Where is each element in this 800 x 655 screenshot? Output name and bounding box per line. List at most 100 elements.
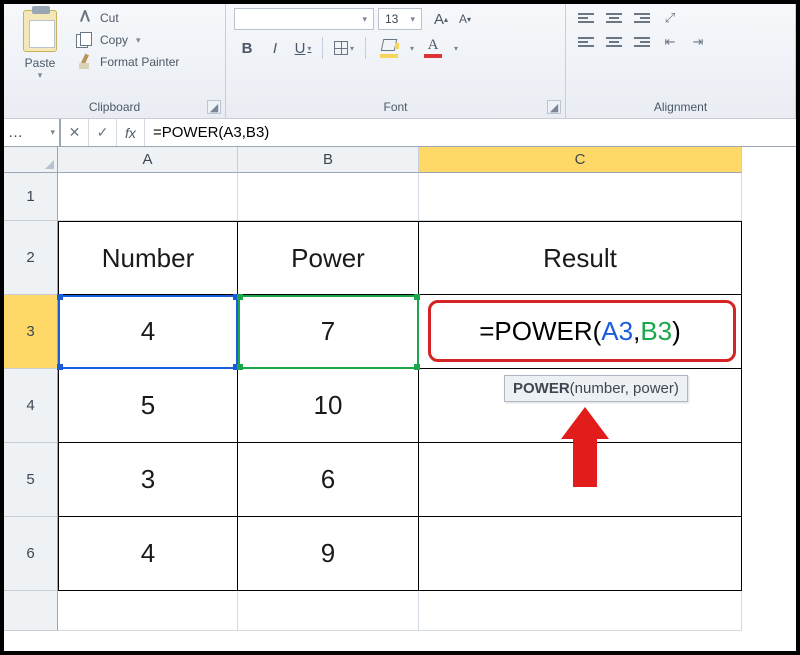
cut-button[interactable]: Cut	[76, 10, 179, 26]
column-header-b[interactable]: B	[238, 147, 419, 173]
cut-label: Cut	[100, 11, 119, 25]
bold-icon: B	[242, 40, 253, 57]
chevron-down-icon[interactable]: ▾	[454, 44, 458, 53]
column-header-c[interactable]: C	[419, 147, 742, 173]
grow-font-icon: A	[434, 11, 444, 28]
formula-bar: … ▾ ✕ ✓ fx =POWER(A3,B3)	[4, 119, 796, 147]
header-number: Number	[102, 243, 194, 274]
chevron-down-icon: ▾	[410, 14, 415, 25]
check-icon: ✓	[97, 124, 109, 141]
cancel-formula-button[interactable]: ✕	[61, 119, 89, 146]
cell-a5[interactable]: 3	[58, 443, 238, 517]
scissors-icon	[76, 10, 94, 26]
cell-b2[interactable]: Power	[238, 221, 419, 295]
shrink-font-button[interactable]: A▾	[454, 8, 476, 30]
shrink-font-icon: A	[459, 12, 467, 26]
orientation-button[interactable]: ⤢	[658, 8, 682, 28]
column-header-a[interactable]: A	[58, 147, 238, 173]
cell-c6[interactable]	[419, 517, 742, 591]
decrease-indent-button[interactable]: ⇤	[658, 32, 682, 52]
font-dialog-launcher[interactable]: ◢	[547, 100, 561, 114]
fill-color-button[interactable]	[372, 36, 406, 60]
cell-c3[interactable]: =POWER(A3,B3)	[419, 295, 742, 369]
cell-c5[interactable]	[419, 443, 742, 517]
italic-icon: I	[273, 40, 277, 57]
alignment-group-label: Alignment	[574, 98, 787, 118]
cell-a3[interactable]: 4	[58, 295, 238, 369]
select-all-corner[interactable]	[4, 147, 58, 173]
align-right-button[interactable]	[630, 32, 654, 52]
align-middle-button[interactable]	[602, 8, 626, 28]
increase-indent-button[interactable]: ⇥	[686, 32, 710, 52]
cell-a1[interactable]	[58, 173, 238, 221]
formula-input-value: =POWER(A3,B3)	[153, 124, 269, 141]
enter-formula-button[interactable]: ✓	[89, 119, 117, 146]
font-name-select[interactable]: ▾	[234, 8, 374, 30]
row-headers: 1 2 3 4 5 6	[4, 173, 58, 631]
borders-icon	[334, 41, 348, 55]
chevron-down-icon: ▾	[50, 127, 55, 138]
row-header-5[interactable]: 5	[4, 443, 58, 517]
format-painter-button[interactable]: Format Painter	[76, 54, 179, 70]
align-top-button[interactable]	[574, 8, 598, 28]
row-header-next[interactable]	[4, 591, 58, 631]
font-group-label: Font	[234, 98, 557, 118]
cell-b3[interactable]: 7	[238, 295, 419, 369]
paste-button[interactable]: Paste ▾	[12, 8, 68, 81]
align-left-button[interactable]	[574, 32, 598, 52]
bold-button[interactable]: B	[234, 36, 260, 60]
font-size-select[interactable]: 13 ▾	[378, 8, 422, 30]
header-result: Result	[543, 243, 617, 274]
cell-b1[interactable]	[238, 173, 419, 221]
row-header-3[interactable]: 3	[4, 295, 58, 369]
cell-c7[interactable]	[419, 591, 742, 631]
grow-font-button[interactable]: A▴	[430, 8, 452, 30]
font-color-icon: A	[428, 38, 439, 53]
row-header-1[interactable]: 1	[4, 173, 58, 221]
name-box-value: …	[8, 124, 23, 141]
spreadsheet-grid: A B C 1 2 3 4 5 6 Number Power Result 4 …	[4, 147, 796, 651]
cell-c1[interactable]	[419, 173, 742, 221]
align-center-button[interactable]	[602, 32, 626, 52]
paste-dropdown-icon[interactable]: ▾	[38, 70, 43, 81]
chevron-down-icon[interactable]: ▾	[410, 44, 414, 53]
chevron-down-icon: ▾	[362, 14, 367, 25]
row-header-2[interactable]: 2	[4, 221, 58, 295]
function-tooltip: POWER(number, power)	[504, 375, 688, 402]
copy-icon	[76, 32, 94, 48]
x-icon: ✕	[69, 124, 81, 141]
cell-a4[interactable]: 5	[58, 369, 238, 443]
insert-function-button[interactable]: fx	[117, 119, 145, 146]
column-headers: A B C	[58, 147, 742, 173]
clipboard-dialog-launcher[interactable]: ◢	[207, 100, 221, 114]
ribbon: Paste ▾ Cut Copy ▾ Format Painter C	[4, 4, 796, 119]
ribbon-group-font: ▾ 13 ▾ A▴ A▾ B I U▾	[226, 4, 566, 118]
cell-a7[interactable]	[58, 591, 238, 631]
cell-b7[interactable]	[238, 591, 419, 631]
clipboard-group-label: Clipboard	[12, 98, 217, 118]
cells: Number Power Result 4 7 =POWER(A3,B3) 5 …	[58, 173, 742, 631]
cell-a6[interactable]: 4	[58, 517, 238, 591]
font-color-button[interactable]: A	[416, 36, 450, 60]
cell-b5[interactable]: 6	[238, 443, 419, 517]
cell-a2[interactable]: Number	[58, 221, 238, 295]
chevron-down-icon: ▾	[307, 44, 311, 53]
cell-c2[interactable]: Result	[419, 221, 742, 295]
align-bottom-button[interactable]	[630, 8, 654, 28]
row-header-6[interactable]: 6	[4, 517, 58, 591]
header-power: Power	[291, 243, 365, 274]
italic-button[interactable]: I	[262, 36, 288, 60]
cell-b4[interactable]: 10	[238, 369, 419, 443]
formula-input[interactable]: =POWER(A3,B3)	[145, 119, 796, 146]
cell-b6[interactable]: 9	[238, 517, 419, 591]
copy-label: Copy	[100, 33, 128, 47]
copy-button[interactable]: Copy ▾	[76, 32, 179, 48]
row-header-4[interactable]: 4	[4, 369, 58, 443]
name-box[interactable]: … ▾	[4, 119, 60, 146]
borders-button[interactable]: ▾	[329, 36, 359, 60]
underline-button[interactable]: U▾	[290, 36, 316, 60]
format-painter-label: Format Painter	[100, 55, 179, 69]
copy-dropdown-icon[interactable]: ▾	[136, 35, 141, 46]
fx-icon: fx	[125, 125, 136, 141]
cell-c3-formula: =POWER(A3,B3)	[479, 316, 681, 347]
